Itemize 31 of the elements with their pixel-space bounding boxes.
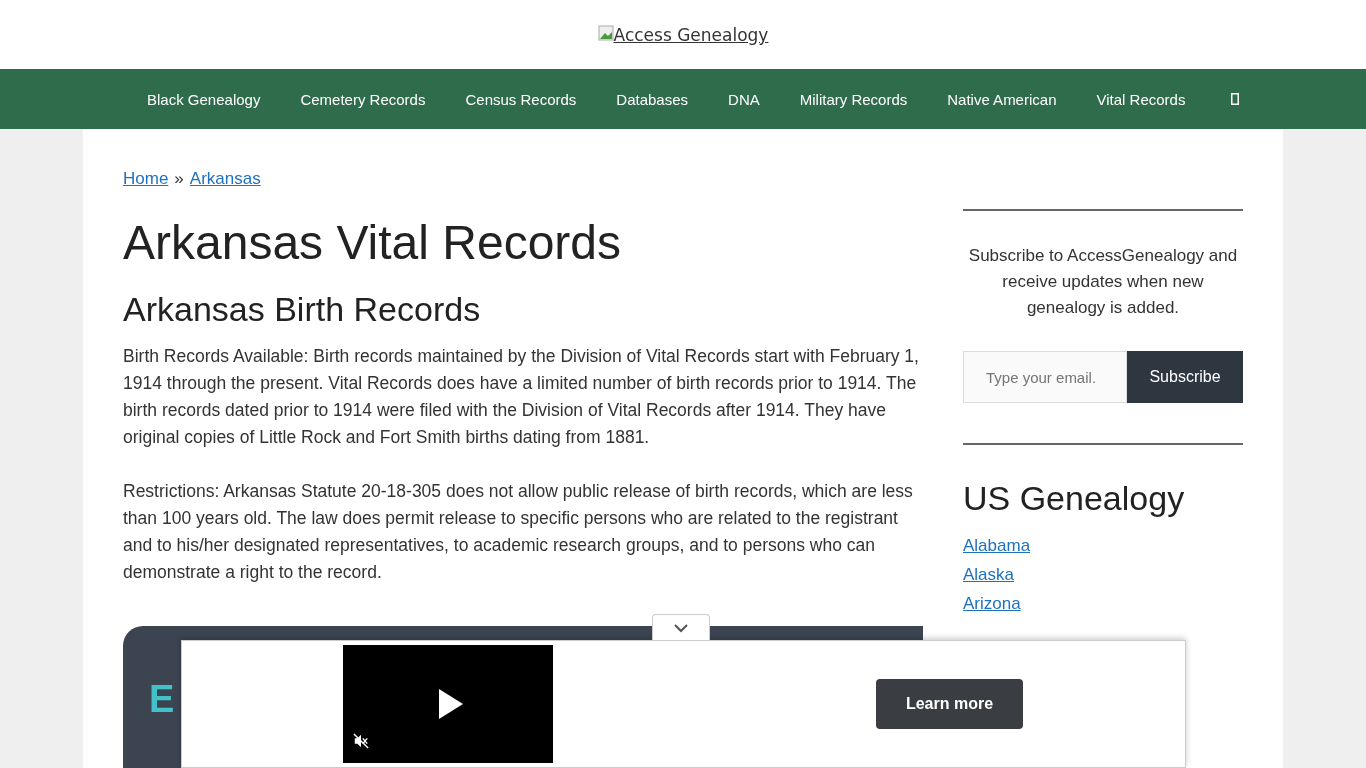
nav-link[interactable]: Black Genealogy: [127, 90, 281, 108]
page-title: Arkansas Vital Records: [123, 215, 622, 270]
breadcrumb-link[interactable]: Arkansas: [189, 169, 261, 189]
collapse-tab[interactable]: [652, 614, 710, 640]
nav-link[interactable]: Vital Records: [1076, 90, 1206, 108]
nav-link[interactable]: Census Records: [445, 90, 597, 108]
state-link[interactable]: Alaska: [963, 565, 1015, 585]
learn-more-button[interactable]: Learn more: [876, 679, 1023, 729]
nav-link[interactable]: Cemetery Records: [280, 90, 446, 108]
missing-glyph-icon[interactable]: [1231, 93, 1240, 105]
paragraph: Restrictions: Arkansas Statute 20-18-305 does not allow public release of birth records, which are less than 100 years old. The law does permit release to specific persons who are related to the registrant and to his/her designated representatives, to academic research groups, and to persons who can demonstrate a right to the record.: [123, 480, 914, 584]
paragraph: Birth Records Available: Birth records maintained by the Division of Vital Records start with February 1, 1914 through the present. Vital Records does have a limited number of birth records prior to 1914. The birth records dated prior to 1914 were filed with the Division of Vital Records after 1914. They have original copies of Little Rock and Fort Smith births dating from 1881.: [123, 345, 920, 449]
breadcrumb-separator: »: [174, 169, 184, 189]
broken-image-icon: [597, 24, 614, 41]
card-heading: E: [149, 678, 175, 720]
subscribe-text: Subscribe to AccessGenealogy and receive updates when new genealogy is added.: [967, 245, 1239, 319]
sidebar-heading: US Genealogy: [963, 479, 1186, 518]
play-icon[interactable]: [439, 689, 463, 719]
email-field[interactable]: Type your email.: [963, 351, 1127, 403]
state-link[interactable]: Alabama: [963, 536, 1031, 556]
subscribe-button[interactable]: Subscribe: [1127, 351, 1243, 403]
logo-link[interactable]: Access Genealogy: [597, 24, 769, 45]
state-link[interactable]: Arizona: [963, 594, 1021, 614]
nav-link[interactable]: Native American: [927, 90, 1077, 108]
breadcrumb-link[interactable]: Home: [123, 169, 169, 189]
nav-link[interactable]: Databases: [596, 90, 709, 108]
section-heading: Arkansas Birth Records: [123, 290, 482, 329]
chevron-down-icon: [673, 622, 689, 633]
nav-link[interactable]: DNA: [708, 90, 780, 108]
mute-icon[interactable]: [353, 733, 369, 749]
nav-link[interactable]: Military Records: [779, 90, 928, 108]
